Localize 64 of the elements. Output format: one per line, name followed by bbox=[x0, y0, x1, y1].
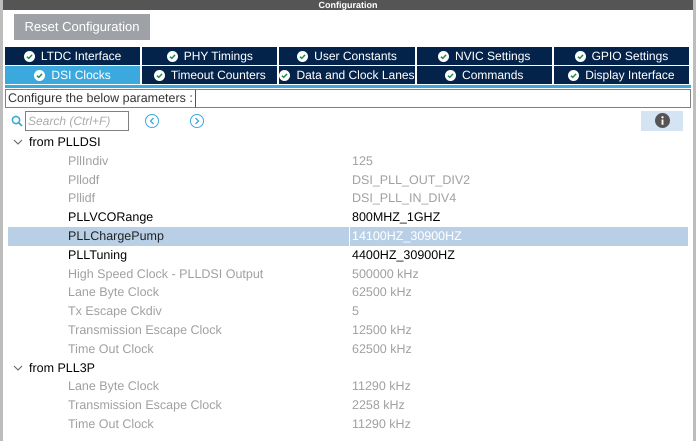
search-icon bbox=[11, 114, 23, 126]
parameter-name: PllIndiv bbox=[67, 152, 110, 170]
check-circle-icon bbox=[279, 70, 290, 80]
parameter-name: PLLTuning bbox=[67, 246, 128, 264]
parameter-name: Lane Byte Clock bbox=[67, 378, 160, 396]
previous-button[interactable] bbox=[145, 114, 159, 128]
tab[interactable]: NVIC Settings bbox=[416, 47, 554, 65]
check-circle-icon bbox=[24, 50, 35, 62]
parameter-name: Lane Byte Clock bbox=[67, 284, 160, 302]
chevron-right-icon bbox=[194, 116, 200, 124]
parameter-value: 500000 kHz bbox=[351, 266, 419, 283]
parameter-value: 11290 kHz bbox=[351, 416, 411, 433]
window-title-bar: Configuration bbox=[3, 0, 693, 10]
parameter-name: Transmission Escape Clock bbox=[67, 322, 223, 339]
parameter-row[interactable]: PLLTuning 4400HZ_30900HZ bbox=[8, 246, 688, 265]
parameter-value: 62500 kHz bbox=[351, 284, 412, 302]
tab[interactable]: Data and Clock Lanes bbox=[279, 66, 417, 84]
check-circle-icon bbox=[574, 50, 586, 62]
chevron-icon bbox=[13, 137, 23, 148]
parameter-name: Pllidf bbox=[67, 190, 96, 208]
parameter-name: PLLChargePump bbox=[67, 228, 165, 245]
tree-group[interactable]: from PLL3P bbox=[3, 358, 693, 378]
chevron-icon bbox=[13, 362, 23, 373]
tab[interactable]: PHY Timings bbox=[142, 47, 280, 65]
check-circle-icon bbox=[166, 50, 178, 62]
parameter-value: 5 bbox=[351, 303, 359, 320]
parameter-name: Time Out Clock bbox=[67, 340, 155, 358]
check-circle-icon bbox=[34, 70, 46, 80]
parameter-name: Tx Escape Ckdiv bbox=[67, 303, 163, 320]
search-field[interactable]: Search (Ctrl+F) bbox=[25, 110, 129, 130]
parameter-value: 14100HZ_30900HZ bbox=[349, 226, 462, 246]
parameter-name: Pllodf bbox=[67, 172, 100, 189]
tab[interactable]: Timeout Counters bbox=[142, 66, 280, 84]
description-field: Configure the below parameters : bbox=[5, 89, 691, 108]
tab[interactable]: Commands bbox=[416, 66, 554, 84]
tab[interactable]: User Constants bbox=[279, 47, 417, 65]
info-button[interactable] bbox=[641, 110, 683, 130]
check-circle-icon bbox=[438, 50, 450, 62]
tree-group[interactable]: from PLLDSI bbox=[3, 133, 693, 152]
parameter-value: 125 bbox=[351, 152, 373, 170]
parameter-value: 12500 kHz bbox=[351, 322, 412, 339]
parameter-value: 11290 kHz bbox=[351, 378, 411, 396]
check-circle-icon bbox=[568, 70, 580, 80]
tab[interactable]: GPIO Settings bbox=[554, 47, 692, 65]
parameter-name: High Speed Clock - PLLDSI Output bbox=[67, 266, 264, 283]
check-circle-icon bbox=[297, 50, 308, 62]
parameter-row[interactable]: PLLVCORange 800MHZ_1GHZ bbox=[8, 208, 688, 227]
chevron-left-icon bbox=[149, 116, 155, 124]
parameter-value: DSI_PLL_OUT_DIV2 bbox=[351, 172, 470, 189]
tab[interactable]: LTDC Interface bbox=[5, 47, 142, 65]
parameter-value: 800MHZ_1GHZ bbox=[351, 209, 440, 226]
parameter-name: Transmission Escape Clock bbox=[67, 397, 223, 414]
parameter-name: PLLVCORange bbox=[67, 209, 154, 226]
parameter-value: 62500 kHz bbox=[351, 340, 412, 358]
parameter-row[interactable]: PLLChargePump 14100HZ_30900HZ bbox=[8, 226, 688, 246]
tab[interactable]: Display Interface bbox=[554, 66, 692, 84]
check-circle-icon bbox=[445, 70, 456, 80]
info-icon bbox=[654, 113, 670, 128]
next-button[interactable] bbox=[190, 114, 204, 128]
parameter-value: 4400HZ_30900HZ bbox=[351, 246, 455, 264]
parameter-value: DSI_PLL_IN_DIV4 bbox=[351, 190, 456, 208]
parameter-value: 2258 kHz bbox=[351, 397, 405, 414]
parameter-name: Time Out Clock bbox=[67, 416, 155, 433]
check-circle-icon bbox=[154, 70, 165, 80]
